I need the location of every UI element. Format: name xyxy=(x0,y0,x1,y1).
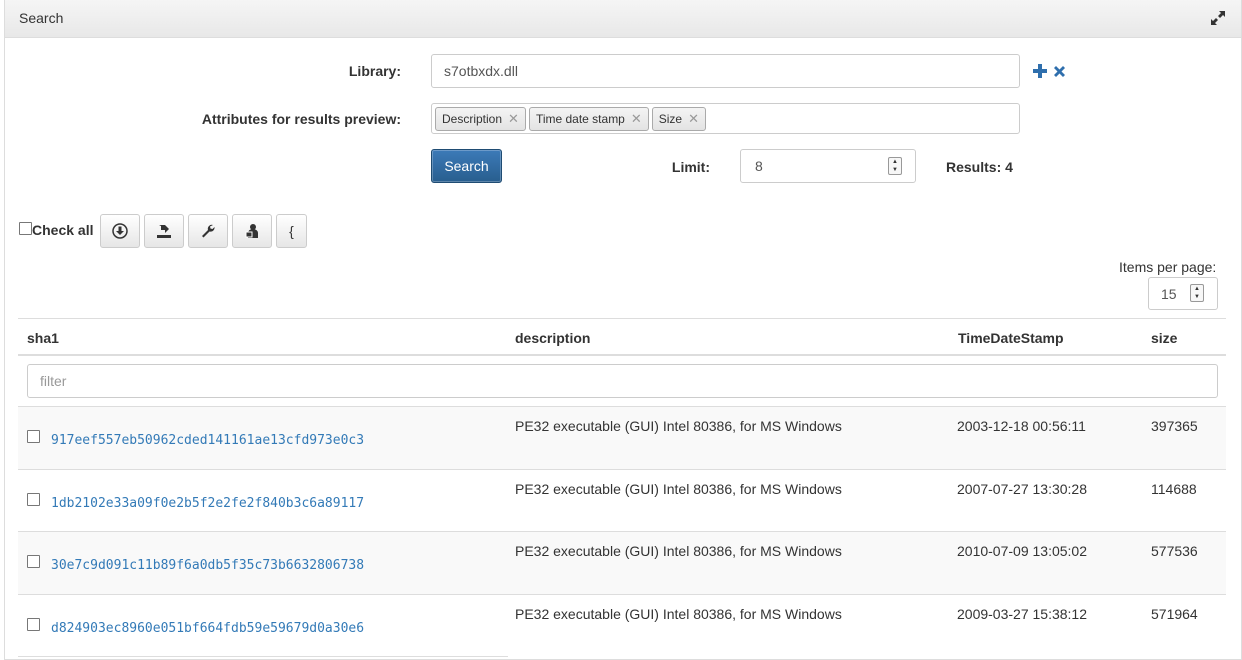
export-button[interactable] xyxy=(144,214,184,248)
wrench-icon xyxy=(202,224,215,238)
user-lock-button[interactable] xyxy=(232,214,272,248)
attributes-label: Attributes for results preview: xyxy=(201,111,401,127)
remove-tag-icon[interactable]: ✕ xyxy=(508,111,519,127)
description-cell: PE32 executable (GUI) Intel 80386, for M… xyxy=(515,418,842,434)
row-checkbox[interactable] xyxy=(27,618,40,631)
sha1-link[interactable]: 1db2102e33a09f0e2b5f2e2fe2f840b3c6a89117 xyxy=(51,496,364,511)
attribute-tag-label: Description xyxy=(442,111,503,126)
table-top-divider xyxy=(18,318,1226,319)
column-header-sha1[interactable]: sha1 xyxy=(27,330,59,346)
items-per-page-label: Items per page: xyxy=(1119,259,1217,275)
user-lock-icon xyxy=(245,224,258,238)
check-all-checkbox[interactable] xyxy=(19,222,32,235)
sha1-link[interactable]: d824903ec8960e051bf664fdb59e59679d0a30e6 xyxy=(51,621,364,636)
library-input-value: s7otbxdx.dll xyxy=(444,63,518,79)
remove-tag-icon[interactable]: ✕ xyxy=(631,111,642,127)
sha1-link[interactable]: 917eef557eb50962cded141161ae13cfd973e0c3 xyxy=(51,433,364,448)
description-cell: PE32 executable (GUI) Intel 80386, for M… xyxy=(515,481,842,497)
items-per-page-value: 15 xyxy=(1161,285,1177,302)
search-button[interactable]: Search xyxy=(431,149,502,183)
remove-icon[interactable] xyxy=(1051,62,1067,80)
download-button[interactable] xyxy=(100,214,140,248)
description-cell: PE32 executable (GUI) Intel 80386, for M… xyxy=(515,606,842,622)
panel-title: Search xyxy=(19,10,64,26)
attribute-tag-label: Size xyxy=(658,111,683,126)
library-input[interactable]: s7otbxdx.dll xyxy=(431,54,1020,88)
check-all-label[interactable]: Check all xyxy=(32,222,93,238)
add-icon[interactable] xyxy=(1032,62,1048,80)
download-icon xyxy=(112,223,128,239)
table-row: 1db2102e33a09f0e2b5f2e2fe2f840b3c6a89117… xyxy=(18,469,1226,532)
export-icon xyxy=(157,225,171,238)
attribute-tag: Description ✕ xyxy=(435,106,526,131)
timestamp-cell: 2009-03-27 15:38:12 xyxy=(957,606,1087,622)
column-header-timedatestamp[interactable]: TimeDateStamp xyxy=(958,330,1064,346)
limit-spinner-icon[interactable]: ▲ ▼ xyxy=(888,157,902,175)
attributes-input[interactable]: Description ✕ Time date stamp ✕ Size ✕ xyxy=(431,103,1020,134)
table-header-divider xyxy=(18,354,1226,356)
timestamp-cell: 2003-12-18 00:56:11 xyxy=(957,418,1086,434)
sha1-link[interactable]: 30e7c9d091c11b89f6a0db5f35c73b6632806738 xyxy=(51,558,364,573)
filter-placeholder: filter xyxy=(40,373,67,389)
attribute-tag: Size ✕ xyxy=(651,106,707,131)
table-row: 917eef557eb50962cded141161ae13cfd973e0c3… xyxy=(18,406,1226,469)
row-checkbox[interactable] xyxy=(27,493,40,506)
limit-input-value: 8 xyxy=(755,158,763,174)
row-checkbox[interactable] xyxy=(27,430,40,443)
size-cell: 577536 xyxy=(1151,543,1198,559)
description-cell: PE32 executable (GUI) Intel 80386, for M… xyxy=(515,543,842,559)
column-header-description[interactable]: description xyxy=(515,330,590,346)
table-row: 30e7c9d091c11b89f6a0db5f35c73b6632806738… xyxy=(18,531,1226,594)
items-per-page-spinner-icon[interactable]: ▲ ▼ xyxy=(1190,284,1204,302)
filter-input[interactable]: filter xyxy=(27,364,1218,398)
timestamp-cell: 2010-07-09 13:05:02 xyxy=(957,543,1087,559)
size-cell: 114688 xyxy=(1151,481,1197,497)
attribute-tag: Time date stamp ✕ xyxy=(528,106,649,131)
size-cell: 571964 xyxy=(1151,606,1198,622)
results-count: Results: 4 xyxy=(946,159,1013,175)
row-checkbox[interactable] xyxy=(27,555,40,568)
remove-tag-icon[interactable]: ✕ xyxy=(688,111,699,127)
limit-label: Limit: xyxy=(671,159,710,175)
size-cell: 397365 xyxy=(1151,418,1198,434)
panel-heading: Search xyxy=(5,0,1241,38)
attribute-tag-label: Time date stamp xyxy=(535,111,625,126)
column-header-size[interactable]: size xyxy=(1151,330,1177,346)
settings-button[interactable] xyxy=(188,214,228,248)
library-label: Library: xyxy=(348,63,401,79)
expand-icon[interactable] xyxy=(1209,9,1227,27)
json-button[interactable]: { xyxy=(276,214,307,248)
table-row: d824903ec8960e051bf664fdb59e59679d0a30e6… xyxy=(18,594,1226,657)
table-bottom-divider xyxy=(18,656,508,657)
timestamp-cell: 2007-07-27 13:30:28 xyxy=(957,481,1087,497)
items-per-page-input[interactable]: 15 xyxy=(1148,277,1218,310)
